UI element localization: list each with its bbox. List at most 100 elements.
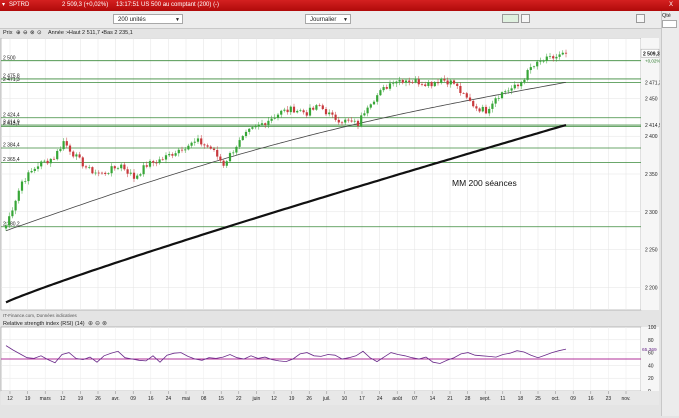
candle-body [446,80,449,85]
date-axis-label: 23 [606,396,612,402]
quantity-input[interactable] [662,20,677,28]
timeframe-select[interactable]: Journalier ▼ [305,14,351,24]
price-axis-tick: 2 250 [645,248,658,254]
candle-body [529,67,532,71]
candle-body [187,145,190,150]
candle-body [20,181,24,191]
data-source-note: IT-Finance.com, Données indicatives [3,313,78,318]
candle-body [216,149,219,157]
timeframe-select-value: Journalier [310,17,337,23]
date-axis-label: 10 [342,396,348,402]
date-axis-label: 26 [95,396,101,402]
candle-body [251,127,254,129]
rsi-last-value: 65,369 [642,347,657,353]
settings-icon[interactable] [636,14,645,23]
candle-body [372,101,376,105]
candle-body [126,169,129,174]
date-axis-label: 18 [518,396,524,402]
candle-body [212,148,216,150]
candle-body [280,110,283,115]
close-button[interactable]: X [669,0,673,11]
price-level-label: 2 365,4 [3,157,20,163]
chevron-down-icon: ▼ [343,17,348,23]
candle-body [129,172,132,174]
candle-body [40,161,43,167]
date-axis-label: 11 [500,396,505,402]
candle-body [148,161,152,167]
candle-body [292,106,296,113]
candle-body [356,120,360,126]
refresh-icon[interactable]: ⊙ [37,29,42,38]
rsi-close-icon[interactable]: ⊗ [102,321,107,327]
date-axis-label: 26 [306,396,312,402]
candle-body [52,158,56,160]
date-axis-label: oct. [552,396,560,402]
candle-body [555,56,558,59]
candle-body [417,79,420,85]
zoom-out-icon[interactable]: ⊖ [23,29,28,38]
candle-body [379,90,382,96]
rsi-zoom-in-icon[interactable]: ⊕ [88,321,93,327]
candle-body [414,79,417,83]
units-select-value: 200 unités [118,17,146,23]
candle-body [350,120,353,122]
candle-body [203,144,206,146]
zoom-in-icon[interactable]: ⊕ [16,29,21,38]
close-panel-icon[interactable]: ⊗ [30,29,35,38]
candle-body [241,136,244,141]
candle-body [273,117,276,119]
candle-body [340,122,344,124]
candle-body [235,146,238,153]
candle-body [72,151,75,157]
candle-body [360,115,363,126]
candle-body [190,142,193,146]
rsi-axis-tick: 20 [648,376,654,382]
candle-body [504,91,507,93]
candle-body [81,157,84,167]
window-menu-icon[interactable]: ▾ [2,0,5,11]
date-axis-label: 19 [78,396,84,402]
candle-body [491,103,494,109]
candle-body [542,60,545,62]
candle-body [548,56,552,57]
candle-body [532,66,536,68]
chart-toolbar: 200 unités ▼ Journalier ▼ [0,11,679,29]
indicators-icon[interactable] [521,14,530,23]
chart-area: 2 500 2 475,8 2 471,3 2 424,4 2 414,9 2 413,1… [0,37,662,416]
price-axis-tick: 2 200 [645,285,658,291]
candle-body [334,114,337,120]
candle-body [331,112,334,115]
price-level-label: 2 413,1 [3,121,20,127]
units-select[interactable]: 200 unités ▼ [113,14,183,24]
candle-body [184,149,187,151]
candle-body [155,162,158,164]
candle-body [264,123,267,125]
window-symbol: SPTRD [9,2,30,8]
candle-body [404,80,408,83]
rsi-panel-label: Relative strength index (RSI) (14) [3,321,85,327]
price-panel-header: Prix ⊕ ⊖ ⊗ ⊙ Année :•Haut 2 511,7 •Bas 2… [0,29,660,38]
candle-body [392,83,395,85]
rsi-zoom-out-icon[interactable]: ⊖ [95,321,100,327]
candle-body [88,167,91,168]
date-axis-label: 09 [570,396,576,402]
rsi-axis-tick: 40 [648,363,654,369]
candle-body [46,160,49,164]
date-axis-label: 25 [535,396,541,402]
date-axis-label: 21 [447,396,453,402]
candle-body [315,105,318,110]
candle-body [49,158,52,164]
candle-body [552,56,555,59]
price-panel-info: Année :•Haut 2 511,7 •Bas 2 235,1 [48,30,133,36]
candle-body [302,110,305,113]
candle-body [110,166,113,174]
chart-type-icon[interactable] [502,14,519,23]
date-axis-label: 19 [25,396,31,402]
candle-body [558,54,561,57]
candle-body [94,172,97,174]
candle-body [347,119,350,121]
candle-body [286,109,289,113]
candle-body [222,160,225,166]
candle-body [228,153,232,162]
candle-body [427,82,430,86]
